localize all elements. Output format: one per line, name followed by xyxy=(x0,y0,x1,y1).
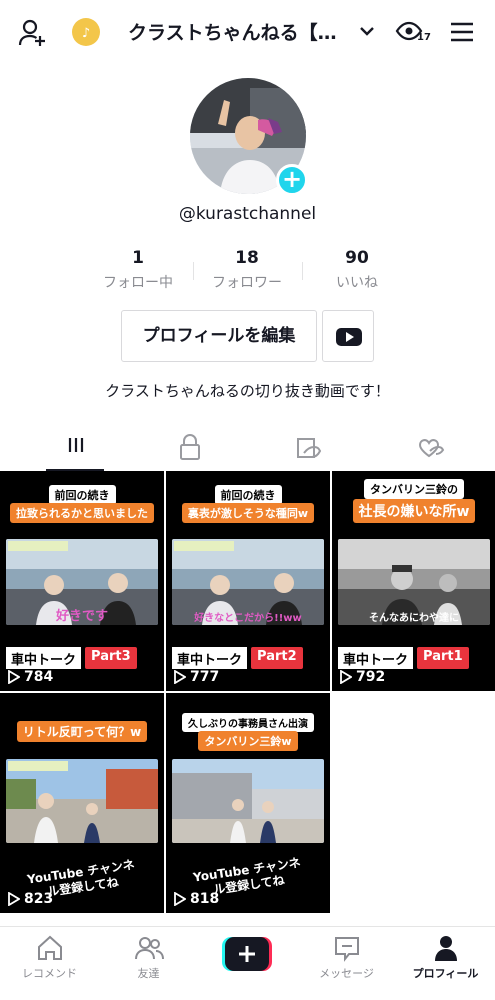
profile-handle: @kurastchannel xyxy=(178,204,317,224)
tag-part: Part1 xyxy=(417,647,469,669)
menu-icon[interactable] xyxy=(449,21,475,47)
caption-line1: 前回の続き xyxy=(48,485,116,505)
edit-profile-button[interactable]: プロフィールを編集 xyxy=(121,310,317,362)
following-stat[interactable]: 1 フォロー中 xyxy=(83,248,193,292)
video-thumbnail[interactable]: リトル反町って何？w YouTube チャンネル登録してね 823 xyxy=(0,693,164,913)
play-icon xyxy=(174,892,186,906)
video-subtitle: 好きなとこだから!!ww xyxy=(194,613,302,624)
top-bar: ♪ クラストちゃんねる【… 17 xyxy=(0,0,495,64)
play-icon xyxy=(340,670,352,684)
coin-icon[interactable]: ♪ xyxy=(72,18,100,46)
create-button[interactable] xyxy=(222,937,272,971)
youtube-icon xyxy=(336,328,362,346)
profile-views-icon[interactable]: 17 xyxy=(395,20,435,50)
add-friend-icon[interactable] xyxy=(18,18,48,52)
add-avatar-button[interactable]: + xyxy=(276,164,308,196)
play-icon xyxy=(8,892,20,906)
caption-line2: タンバリン三鈴w xyxy=(198,731,298,751)
tag-label: 車中トーク xyxy=(6,647,82,669)
video-tag: 車中トーク Part2 xyxy=(172,647,303,669)
video-thumbnail[interactable]: 久しぶりの事務員さん出演 タンバリン三鈴w YouTube チャンネル登録してね… xyxy=(166,693,330,913)
svg-text:♪: ♪ xyxy=(82,26,90,41)
profile-icon xyxy=(434,936,457,961)
caption-line1: 前回の続き xyxy=(214,485,282,505)
nav-label: プロフィール xyxy=(412,967,479,980)
caption-line2: 社長の嫌いな所w xyxy=(352,499,476,523)
nav-label: メッセージ xyxy=(319,967,374,980)
view-count-value: 823 xyxy=(24,891,54,907)
video-tag: 車中トーク Part3 xyxy=(6,647,137,669)
view-count: 792 xyxy=(340,669,385,685)
nav-label: 友達 xyxy=(137,967,160,980)
grid-icon xyxy=(68,438,84,452)
video-subtitle: 好きです xyxy=(55,609,108,624)
video-tag: 車中トーク Part1 xyxy=(338,647,469,669)
play-icon xyxy=(8,670,20,684)
likes-stat[interactable]: 90 いいね xyxy=(302,248,412,292)
view-count-value: 792 xyxy=(356,669,386,685)
view-count-value: 777 xyxy=(190,669,220,685)
nav-friends[interactable]: 友達 xyxy=(99,933,198,981)
following-label: フォロー中 xyxy=(103,275,173,291)
caption-line2: 拉致られるかと思いました xyxy=(10,503,154,523)
profile-tabs xyxy=(0,425,495,471)
tag-part: Part2 xyxy=(251,647,303,669)
play-icon xyxy=(174,670,186,684)
video-photo xyxy=(6,759,158,843)
video-photo xyxy=(172,759,324,843)
account-title[interactable]: クラストちゃんねる【… xyxy=(128,18,348,45)
followers-count: 18 xyxy=(235,248,259,268)
heart-hidden-icon xyxy=(418,439,445,458)
tab-videos[interactable] xyxy=(0,425,124,471)
tag-label: 車中トーク xyxy=(338,647,414,669)
view-count-value: 818 xyxy=(190,891,220,907)
tab-liked[interactable] xyxy=(372,425,495,471)
profile-bio: クラストちゃんねるの切り抜き動画です！ xyxy=(105,382,390,400)
nav-messages[interactable]: メッセージ xyxy=(297,933,396,981)
view-count: 777 xyxy=(174,669,219,685)
tab-private[interactable] xyxy=(124,425,248,471)
caption-line1: 久しぶりの事務員さん出演 xyxy=(182,713,314,732)
following-count: 1 xyxy=(132,248,144,268)
view-count-value: 784 xyxy=(24,669,54,685)
followers-label: フォロワー xyxy=(212,275,282,291)
followers-stat[interactable]: 18 フォロワー xyxy=(192,248,302,292)
nav-profile[interactable]: プロフィール xyxy=(396,933,495,981)
plus-icon xyxy=(222,937,272,971)
likes-count: 90 xyxy=(345,248,369,268)
tab-reposts[interactable] xyxy=(248,425,372,471)
likes-label: いいね xyxy=(336,275,378,291)
video-thumbnail[interactable]: タンバリン三鈴の 社長の嫌いな所w そんなあにわや達に 車中トーク Part1 7… xyxy=(332,471,495,691)
caption-line2: リトル反町って何？w xyxy=(16,721,148,742)
chevron-down-icon[interactable] xyxy=(358,22,376,44)
home-icon xyxy=(37,935,62,960)
video-subtitle: そんなあにわや達に xyxy=(369,613,459,624)
friends-icon xyxy=(134,937,164,960)
youtube-button[interactable] xyxy=(322,310,374,362)
lock-icon xyxy=(180,434,200,460)
video-thumbnail[interactable]: 前回の続き 拉致られるかと思いました 好きです 車中トーク Part3 784 xyxy=(0,471,164,691)
views-badge: 17 xyxy=(417,32,431,43)
view-count: 818 xyxy=(174,891,219,907)
video-thumbnail[interactable]: 前回の続き 裏表が激しそうな種同w 好きなとこだから!!ww 車中トーク Part… xyxy=(166,471,330,691)
nav-recommend[interactable]: レコメンド xyxy=(0,933,99,981)
tag-part: Part3 xyxy=(85,647,137,669)
message-icon xyxy=(334,937,359,962)
hidden-post-icon xyxy=(297,438,322,458)
caption-line1: タンバリン三鈴の xyxy=(364,479,464,499)
tag-label: 車中トーク xyxy=(172,647,248,669)
nav-label: レコメンド xyxy=(22,967,77,980)
caption-line2: 裏表が激しそうな種同w xyxy=(181,503,315,523)
bottom-nav: レコメンド 友達 メッセージ プロフィール xyxy=(0,926,495,1000)
view-count: 823 xyxy=(8,891,53,907)
view-count: 784 xyxy=(8,669,53,685)
